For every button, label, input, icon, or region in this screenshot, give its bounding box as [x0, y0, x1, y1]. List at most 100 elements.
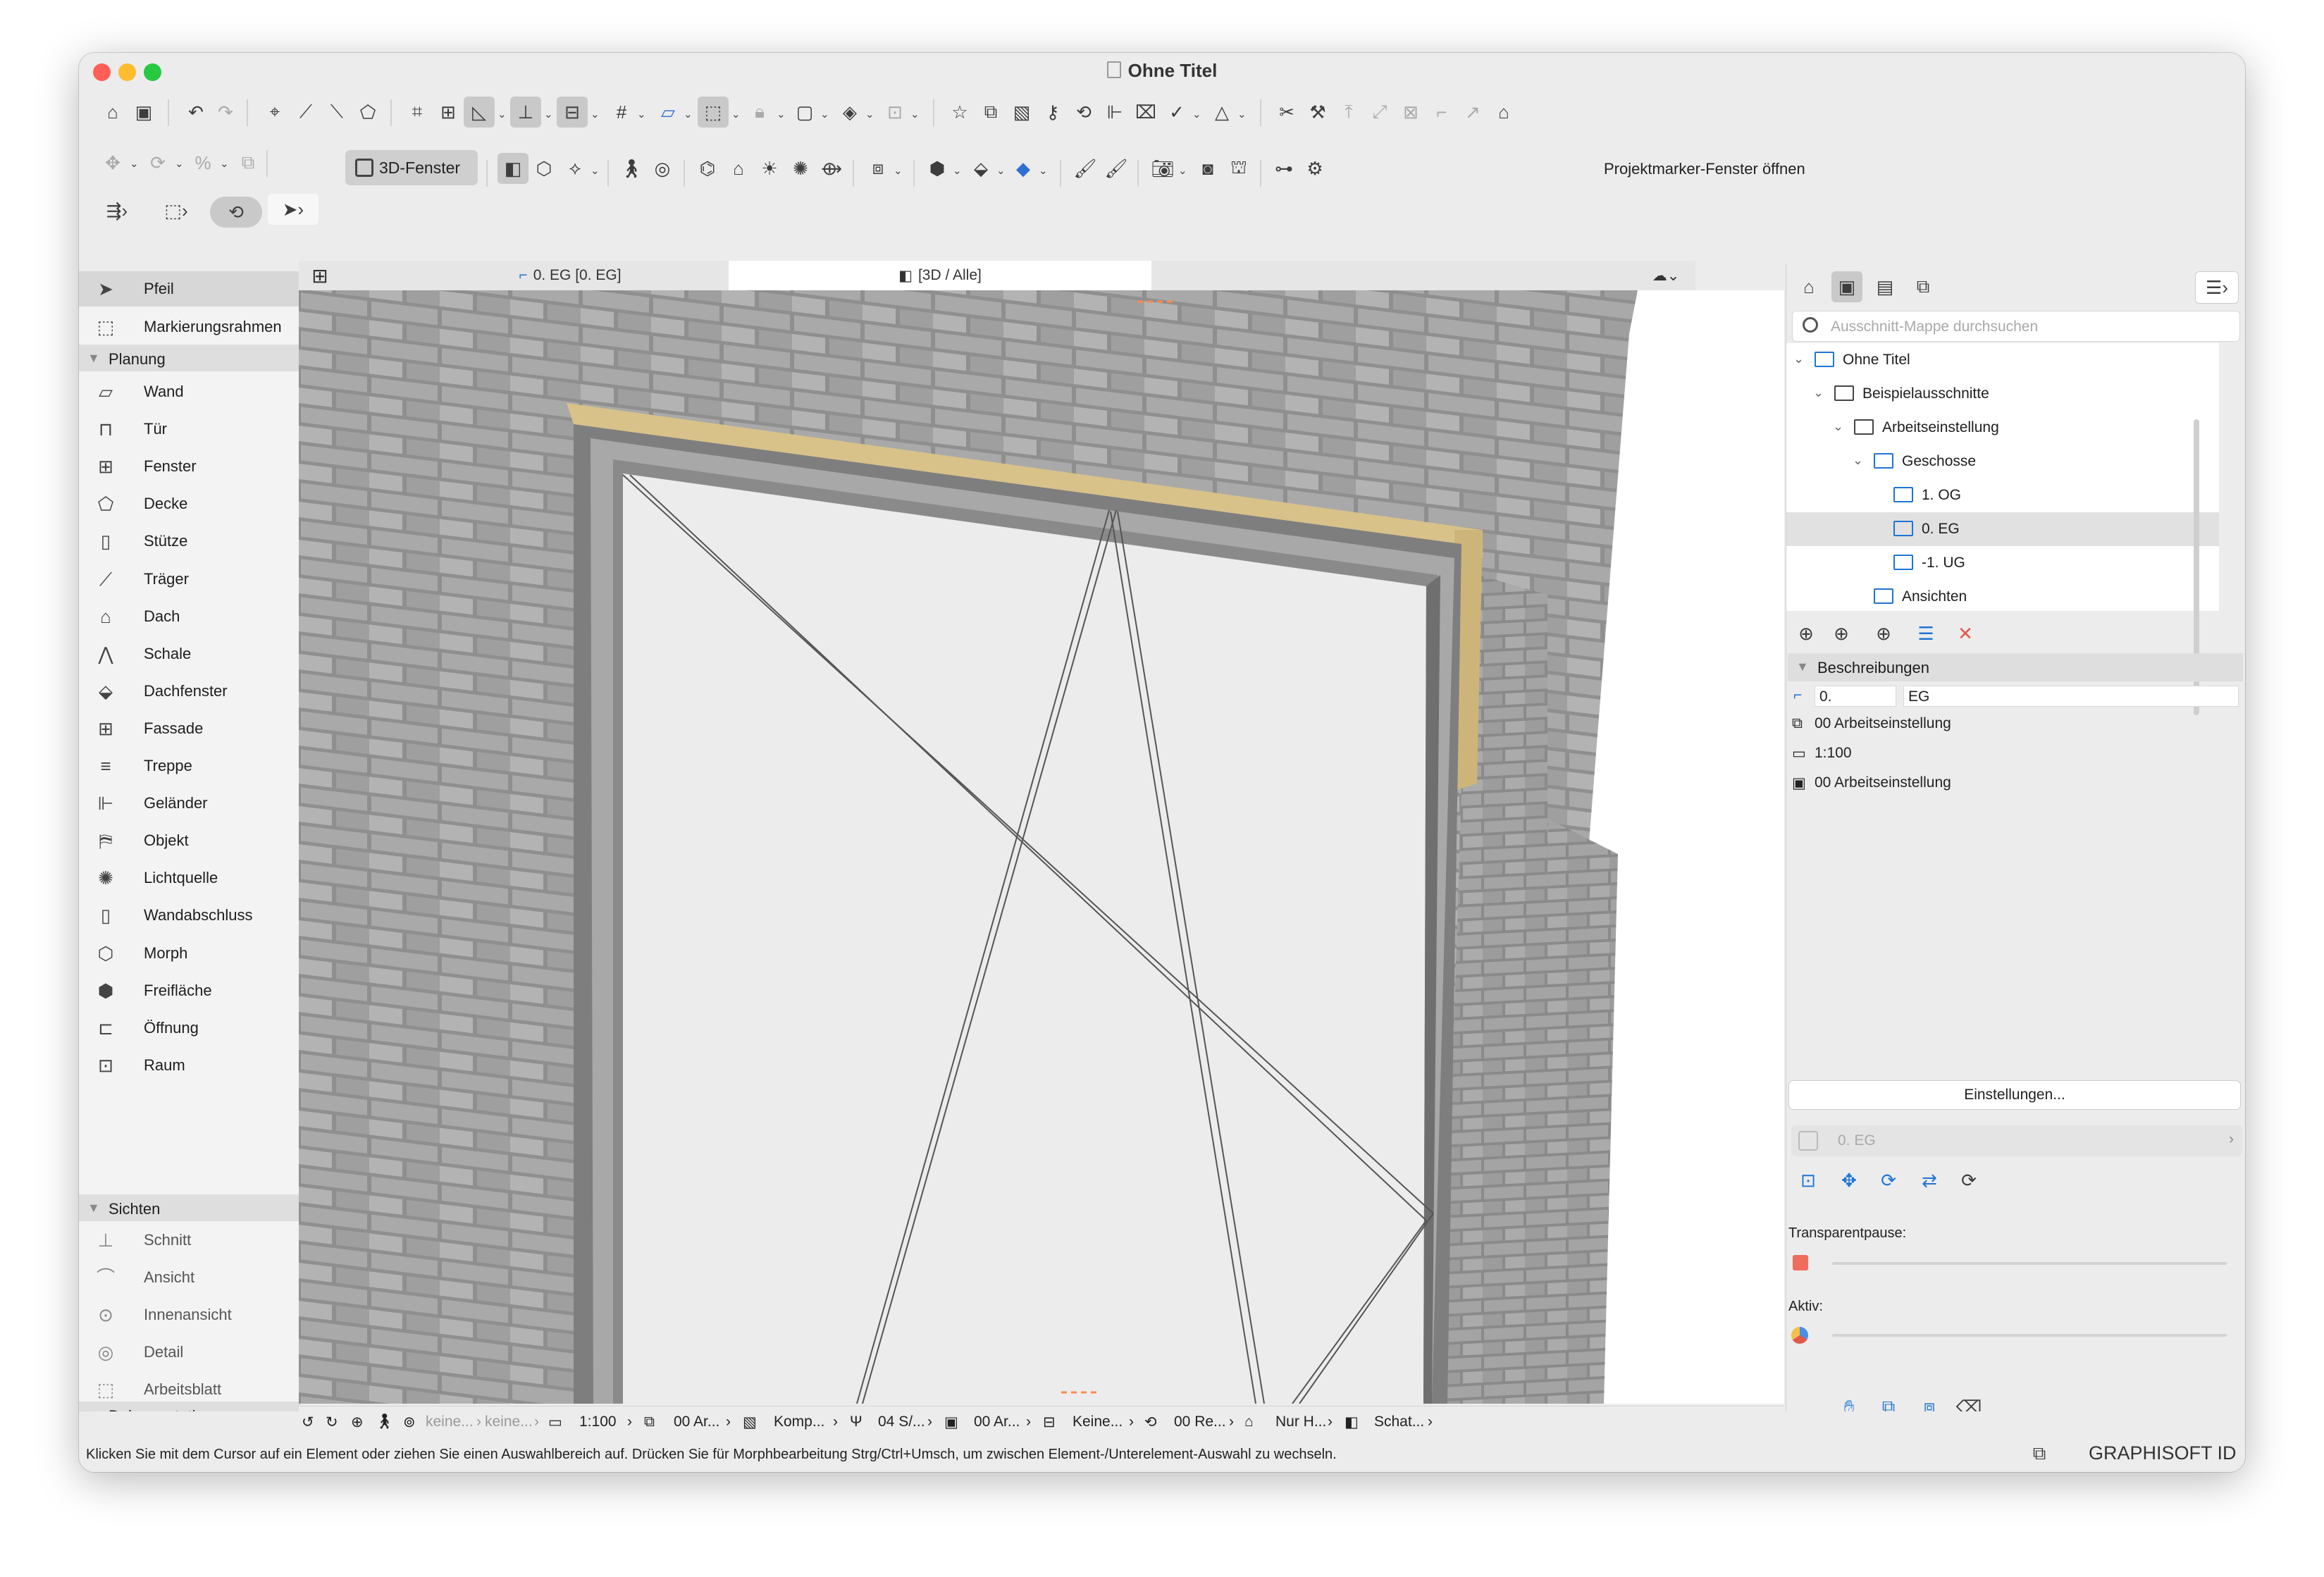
3d-light-icon[interactable]: ☀ [754, 153, 785, 184]
snap-icon[interactable]: ⌗ [402, 97, 433, 128]
tree-item[interactable]: ⌄ Geschosse [1786, 445, 2219, 478]
chevron-down-icon[interactable]: ⌄ [1833, 419, 1843, 434]
status-item-display[interactable]: Nur H... [1275, 1414, 1326, 1430]
3d-style-icon[interactable]: ⟴ [816, 153, 847, 184]
status-item-model[interactable]: 00 Ar... [974, 1414, 1020, 1430]
chevron-down-icon[interactable]: ⌄ [1813, 385, 1824, 400]
snap-guides-icon[interactable]: ⊥ [510, 97, 541, 128]
tool-treppe[interactable]: ≡ Treppe [79, 748, 299, 784]
layout-book-icon[interactable]: ▤ [1869, 271, 1900, 302]
windows-icon[interactable]: ⧉ [2025, 1441, 2053, 1466]
status-item-renovation[interactable]: 00 Re... [1174, 1414, 1226, 1430]
tool-wand[interactable]: ▱ Wand [79, 374, 299, 409]
adjust-icon[interactable]: ⚒ [1302, 97, 1333, 128]
active-slider[interactable] [1832, 1334, 2227, 1337]
bim-icon[interactable]: ⛫ [1223, 153, 1254, 184]
edit-plane-icon[interactable]: ▱ [653, 97, 684, 128]
duplicate-icon[interactable]: ⧉ [233, 147, 264, 178]
chevron-down-icon[interactable]: ⌄ [731, 108, 741, 120]
resize-icon[interactable]: ⊠ [1395, 97, 1426, 128]
ruler-icon[interactable]: ⊞ [433, 97, 464, 128]
walk-mode-icon[interactable]: 🚶︎ [375, 1414, 394, 1430]
chevron-down-icon[interactable]: ⌄ [1237, 108, 1247, 120]
tool-detail[interactable]: ◎ Detail [79, 1335, 299, 1370]
tool-stütze[interactable]: ▯ Stütze [79, 524, 299, 559]
elevate-icon[interactable]: ⤒ [1333, 97, 1364, 128]
render-icon[interactable]: ◙ [1192, 153, 1223, 184]
display-order-icon[interactable]: ◈ [834, 97, 865, 128]
publisher-icon[interactable]: ⧉ [1908, 271, 1939, 302]
chevron-down-icon[interactable]: ⌄ [1793, 352, 1804, 366]
tool-morph[interactable]: ⬡ Morph [79, 936, 299, 971]
status-item-pen[interactable]: Komp... [774, 1414, 824, 1430]
orbit-mode-icon[interactable]: ⊚ [403, 1414, 416, 1431]
delete-icon[interactable]: ✕ [1950, 618, 1981, 649]
filter-icon[interactable]: ⧈ [863, 153, 894, 184]
brush-settings-icon[interactable]: 🖌︎ [1101, 153, 1132, 184]
check-icon[interactable]: ✓ [1161, 97, 1192, 128]
selection-mode-icon[interactable]: ⬚ [698, 97, 729, 128]
status-item-override[interactable]: Keine... [1073, 1414, 1123, 1430]
building-materials-icon[interactable]: ⊩ [1099, 97, 1130, 128]
chevron-down-icon[interactable]: ⌄ [130, 157, 139, 170]
fit-icon[interactable]: ⊡ [1793, 1165, 1824, 1196]
move-icon[interactable]: ✥ [97, 147, 128, 178]
chevron-down-icon[interactable]: ⌄ [894, 164, 903, 177]
graphisoft-id-link[interactable]: GRAPHISOFT ID [2089, 1442, 2237, 1464]
tool-freifläche[interactable]: ⬢ Freifläche [79, 973, 299, 1008]
tree-item[interactable]: ⌄ Beispielausschnitte [1786, 377, 2219, 411]
tool-schale[interactable]: ⋀ Schale [79, 636, 299, 672]
gravity-icon[interactable]: ⟲ [210, 197, 262, 228]
chevron-down-icon[interactable]: ⌄ [953, 164, 962, 177]
marquee-toggle-icon[interactable]: ⬚› [148, 195, 204, 226]
chevron-down-icon[interactable]: ⌄ [220, 157, 229, 170]
tab-menu-icon[interactable]: ☁⌄ [1638, 261, 1694, 290]
status-item-layer[interactable]: 00 Ar... [674, 1414, 719, 1430]
new-folder-icon[interactable]: ⊕ [1868, 618, 1899, 649]
tree-item[interactable]: 1. OG [1786, 478, 2219, 512]
favorites-star-icon[interactable]: ☆ [944, 97, 975, 128]
chevron-down-icon[interactable]: ⌄ [1178, 164, 1187, 177]
layers-icon[interactable]: ⧉ [975, 97, 1006, 128]
undo-zoom-icon[interactable]: ↺ [302, 1414, 314, 1431]
camera-icon[interactable]: 📷︎ [1147, 153, 1178, 184]
brush-icon[interactable]: 🖌︎ [1070, 153, 1101, 184]
status-item-1[interactable]: keine... [426, 1414, 474, 1430]
explore-icon[interactable]: ◎ [647, 153, 678, 184]
tab-3d[interactable]: ◧ [3D / Alle] [729, 261, 1151, 290]
walk-icon[interactable]: 🚶︎ [616, 153, 647, 184]
rotate-view-icon[interactable]: ⟳ [1873, 1165, 1904, 1196]
tool-dach[interactable]: ⌂ Dach [79, 599, 299, 634]
tool-träger[interactable]: ⟋ Träger [79, 562, 299, 597]
tool-schnitt[interactable]: ⊥ Schnitt [79, 1223, 299, 1258]
settings-button[interactable]: Einstellungen... [1788, 1080, 2241, 1110]
eyedropper-icon[interactable]: ⟋ [290, 97, 321, 128]
tree-item[interactable]: ⌄ Arbeitseinstellung [1786, 411, 2219, 445]
redo-icon[interactable]: ↷ [210, 97, 241, 128]
chevron-down-icon[interactable]: ⌄ [820, 108, 829, 120]
tool-lichtquelle[interactable]: ✺ Lichtquelle [79, 860, 299, 896]
tool-ansicht[interactable]: ⌒ Ansicht [79, 1260, 299, 1295]
view-name-field[interactable]: EG [1903, 686, 2239, 707]
chevron-down-icon[interactable]: ⌄ [777, 108, 786, 120]
tree-item[interactable]: 0. EG [1786, 512, 2219, 546]
3d-viewport[interactable] [299, 290, 1784, 1404]
tab-overview-icon[interactable]: ⊞ [299, 261, 341, 290]
tool-pfeil[interactable]: ➤ Pfeil [79, 271, 299, 307]
status-item-scale[interactable]: 1:100 [579, 1414, 617, 1430]
tool-tür[interactable]: ⊓ Tür [79, 412, 299, 447]
tool-wandabschluss[interactable]: ▯ Wandabschluss [79, 898, 299, 933]
status-item-2[interactable]: keine... [485, 1414, 533, 1430]
chevron-down-icon[interactable]: ⌄ [591, 164, 600, 177]
swap-view-icon[interactable]: ⇄ [1914, 1165, 1945, 1196]
chevron-down-icon[interactable]: ⌄ [865, 108, 874, 120]
chevron-down-icon[interactable]: ⌄ [497, 108, 507, 120]
projectmarker-icon[interactable]: ⚙ [1299, 153, 1330, 184]
chevron-down-icon[interactable]: ⌄ [1853, 453, 1863, 468]
trace-toggle-icon[interactable]: ⇶› [89, 195, 145, 226]
paint-bucket-icon[interactable]: ⬙ [965, 153, 996, 184]
projectmarker-window-label[interactable]: Projektmarker-Fenster öffnen [1604, 160, 1805, 178]
chevron-down-icon[interactable]: ⌄ [1192, 108, 1201, 120]
tool-dachfenster[interactable]: ⬙ Dachfenster [79, 674, 299, 709]
marker-icon[interactable]: ⊶ [1268, 153, 1299, 184]
